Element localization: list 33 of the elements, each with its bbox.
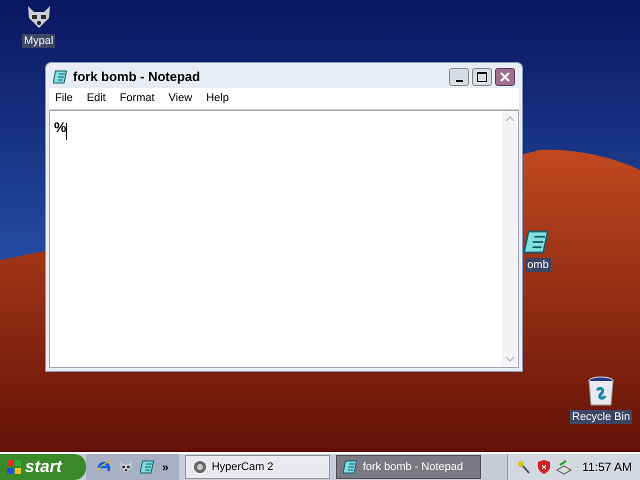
- window-title: fork bomb - Notepad: [73, 68, 200, 86]
- shield-icon[interactable]: [536, 459, 552, 475]
- start-button[interactable]: start: [0, 454, 86, 480]
- camera-icon: [192, 459, 208, 475]
- maximize-button[interactable]: [472, 68, 492, 86]
- notepad-icon: [140, 459, 156, 475]
- recycle-bin-icon: [587, 376, 616, 408]
- minimize-icon: [456, 80, 462, 82]
- text-cursor: [66, 123, 68, 140]
- notepad-icon: [53, 69, 69, 85]
- clock: 11:57 AM: [582, 459, 632, 476]
- menu-item[interactable]: Edit: [86, 90, 106, 107]
- close-button[interactable]: [495, 68, 515, 86]
- keys-icon[interactable]: [516, 459, 532, 475]
- notepad-icon: [342, 459, 359, 475]
- minimize-button[interactable]: [449, 68, 469, 86]
- taskbar-button[interactable]: HyperCam 2: [184, 455, 330, 479]
- network-icon[interactable]: [556, 459, 572, 475]
- taskbar-button[interactable]: fork bomb - Notepad: [336, 455, 481, 479]
- desktop-icon-label[interactable]: Mypal: [22, 34, 56, 48]
- maximize-icon: [477, 72, 487, 82]
- desktop-icon-label[interactable]: omb: [525, 258, 551, 272]
- close-icon: [500, 72, 510, 82]
- text-area[interactable]: %: [49, 110, 519, 368]
- desktop-icon-label[interactable]: Recycle Bin: [570, 410, 632, 424]
- document-text: %: [54, 118, 66, 137]
- menu-item[interactable]: Format: [120, 90, 155, 107]
- menu-item[interactable]: File: [55, 90, 73, 107]
- raccoon-icon: [118, 459, 134, 475]
- more-chevron[interactable]: »: [162, 461, 169, 473]
- menu-item[interactable]: Help: [206, 90, 229, 107]
- windows-logo-icon: [6, 459, 22, 475]
- menu-item[interactable]: View: [168, 90, 192, 107]
